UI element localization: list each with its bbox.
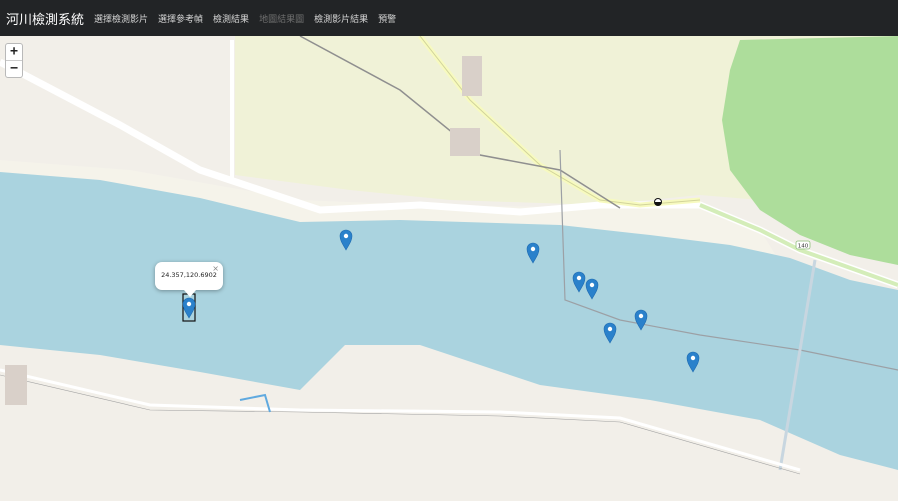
zoom-in-button[interactable]: +	[6, 44, 22, 60]
nav-select-video[interactable]: 選擇檢測影片	[94, 12, 148, 25]
map-tiles[interactable]: 140	[0, 36, 898, 501]
popup-tip	[184, 290, 196, 297]
zoom-control: + −	[5, 43, 23, 78]
app-brand[interactable]: 河川檢測系統	[6, 9, 84, 28]
nav-warning[interactable]: 預警	[378, 12, 396, 25]
popup-coordinates: 24.357,120.6902	[161, 271, 217, 279]
road-number: 140	[798, 244, 809, 250]
building	[450, 128, 480, 156]
building	[462, 56, 482, 96]
marker-popup: × 24.357,120.6902	[155, 262, 223, 297]
map-container[interactable]: 140 + − × 24.357,120.6902	[0, 36, 898, 501]
nav-select-reference-frame[interactable]: 選擇參考幀	[158, 12, 203, 25]
zoom-out-button[interactable]: −	[6, 60, 22, 77]
building	[5, 365, 27, 405]
nav-detection-results[interactable]: 檢測結果	[213, 12, 249, 25]
nav-map-results: 地圖結果圖	[259, 14, 305, 25]
top-navbar: 河川檢測系統 選擇檢測影片 選擇參考幀 檢測結果 地圖結果圖 檢測影片結果 預警	[0, 0, 898, 36]
nav-detection-video-results[interactable]: 檢測影片結果	[314, 12, 368, 25]
